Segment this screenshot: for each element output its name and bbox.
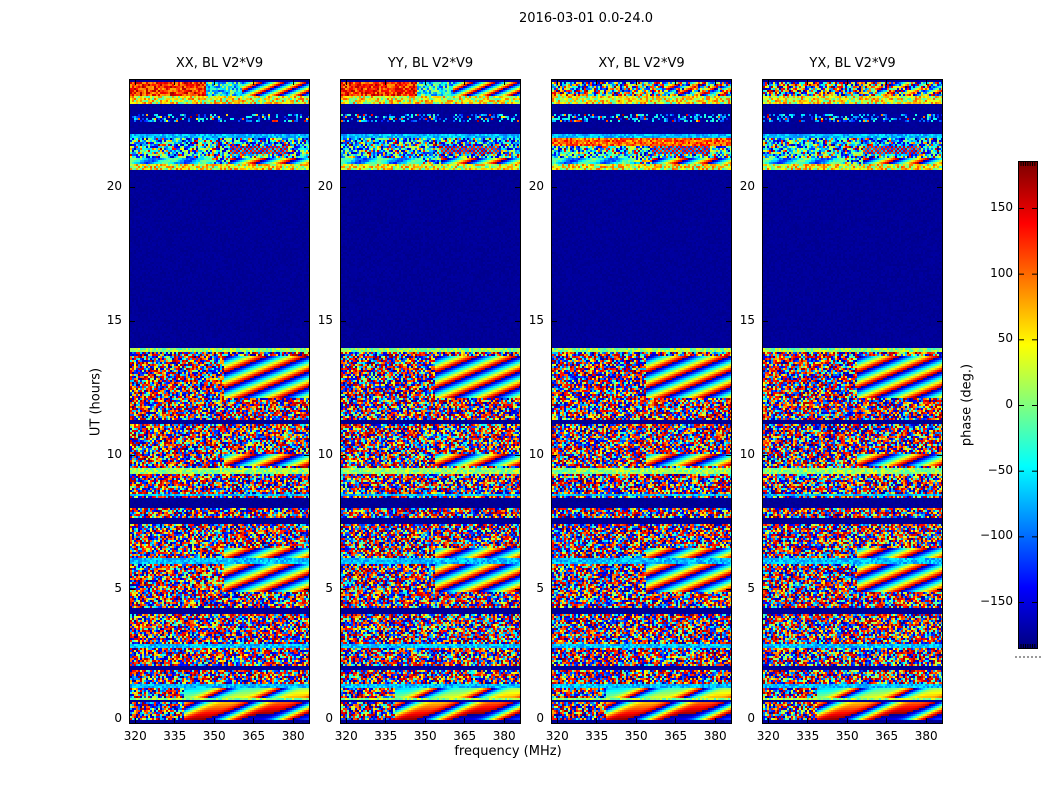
heatmap-canvas-xx	[130, 80, 309, 723]
x-tick-label: 380	[914, 729, 938, 743]
x-tick-label: 320	[756, 729, 780, 743]
heatmap-panel-xy: XY, BL V2*V9	[551, 56, 732, 724]
y-tick-label: 20	[106, 179, 122, 194]
x-tick-label: 335	[796, 729, 820, 743]
y-tick-label: 20	[739, 179, 755, 194]
colorbar	[1018, 161, 1038, 649]
y-tick-label: 10	[106, 447, 122, 462]
panel-title-xx: XX, BL V2*V9	[175, 56, 264, 71]
y-tick-label: 5	[536, 581, 544, 596]
panel-title-yy: YY, BL V2*V9	[387, 56, 474, 71]
x-tick-label: 320	[123, 729, 147, 743]
x-tick-label: 320	[334, 729, 358, 743]
panel-title-xy: XY, BL V2*V9	[598, 56, 685, 71]
y-tick-label: 10	[528, 447, 544, 462]
y-tick-label: 20	[317, 179, 333, 194]
y-tick-label: 0	[325, 711, 333, 725]
heatmap-canvas-yy	[341, 80, 520, 723]
colorbar-dotted-edge	[1015, 656, 1041, 658]
colorbar-canvas	[1019, 162, 1037, 648]
x-tick-label: 320	[545, 729, 569, 743]
heatmap-panel-yx: YX, BL V2*V9	[762, 56, 943, 724]
colorbar-tick-label: 150	[990, 199, 1013, 214]
y-tick-label: 15	[317, 313, 333, 328]
y-tick-label: 0	[536, 711, 544, 725]
colorbar-tick-label: −100	[980, 528, 1013, 543]
x-tick-label: 335	[585, 729, 609, 743]
heatmap-panel-yy: YY, BL V2*V9	[340, 56, 521, 724]
y-tick-label: 0	[747, 711, 755, 725]
x-tick-label: 365	[242, 729, 266, 743]
y-tick-label: 10	[317, 447, 333, 462]
y-tick-label: 20	[528, 179, 544, 194]
y-tick-label: 15	[739, 313, 755, 328]
x-tick-label: 365	[875, 729, 899, 743]
colorbar-tick-label: −50	[987, 462, 1013, 477]
x-tick-label: 380	[281, 729, 305, 743]
colorbar-tick-label: 50	[997, 331, 1013, 346]
y-tick-label: 5	[747, 581, 755, 596]
y-tick-label: 15	[106, 313, 122, 328]
colorbar-tick-label: −150	[980, 594, 1013, 609]
x-tick-label: 335	[163, 729, 187, 743]
heatmap-canvas-xy	[552, 80, 731, 723]
x-tick-label: 380	[703, 729, 727, 743]
y-tick-label: 5	[114, 581, 122, 596]
x-tick-label: 350	[624, 729, 648, 743]
colorbar-tick-label: 0	[1005, 397, 1013, 411]
x-axis-label: frequency (MHz)	[454, 744, 562, 759]
colorbar-tick-label: 100	[990, 265, 1013, 280]
figure-title: 2016-03-01 0.0-24.0	[519, 11, 653, 26]
y-axis-label: UT (hours)	[88, 367, 104, 436]
heatmap-canvas-yx	[763, 80, 942, 723]
x-tick-label: 365	[664, 729, 688, 743]
x-tick-label: 380	[492, 729, 516, 743]
y-tick-label: 15	[528, 313, 544, 328]
x-tick-label: 365	[453, 729, 477, 743]
y-tick-label: 5	[325, 581, 333, 596]
x-tick-label: 350	[835, 729, 859, 743]
x-tick-label: 335	[374, 729, 398, 743]
x-tick-label: 350	[202, 729, 226, 743]
panel-title-yx: YX, BL V2*V9	[809, 56, 896, 71]
x-tick-label: 350	[413, 729, 437, 743]
heatmap-panel-xx: XX, BL V2*V9	[129, 56, 310, 724]
figure: 2016-03-01 0.0-24.0 XX, BL V2*V9 YY, BL …	[0, 0, 1050, 800]
y-tick-label: 0	[114, 711, 122, 725]
y-tick-label: 10	[739, 447, 755, 462]
